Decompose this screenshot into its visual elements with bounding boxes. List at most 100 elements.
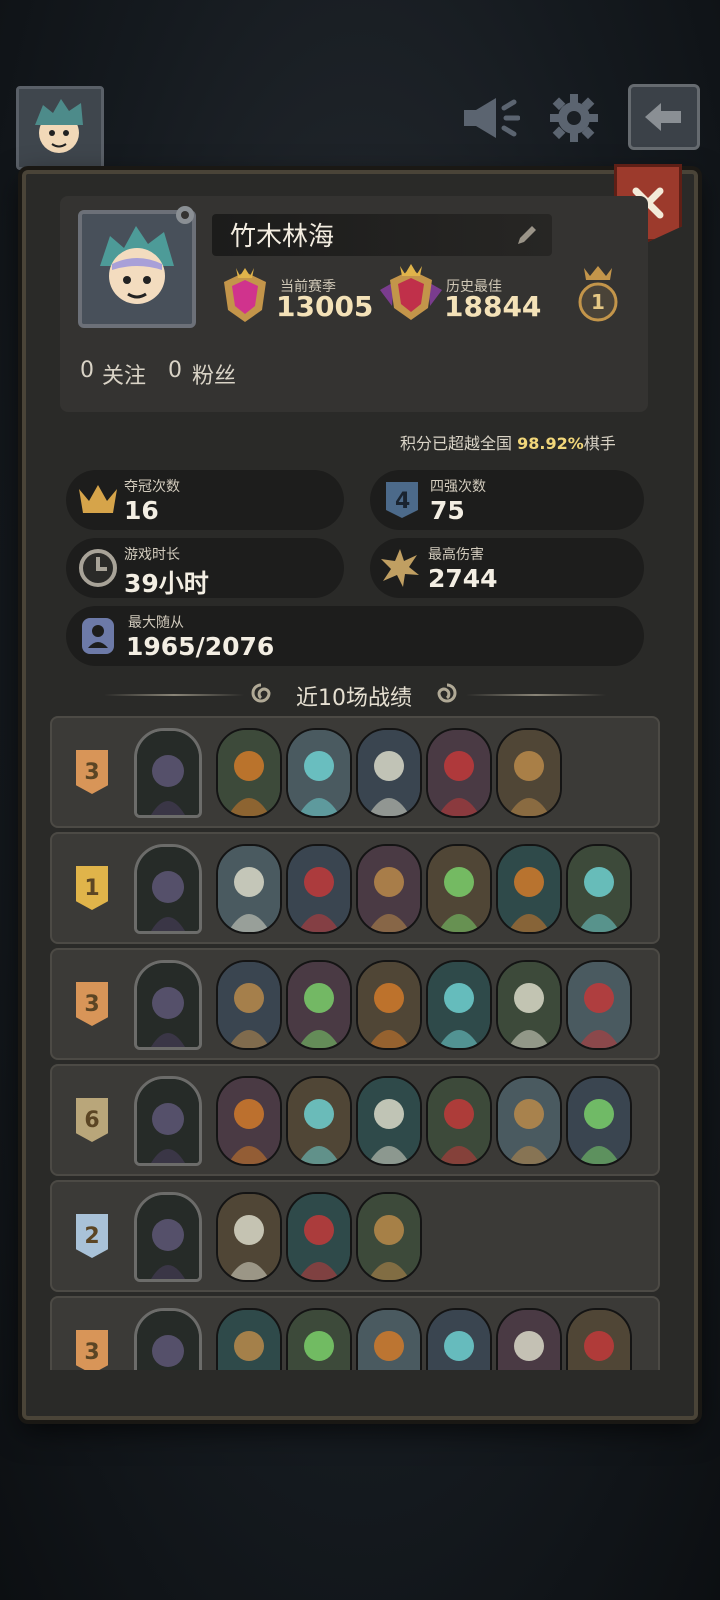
crown-rank-number: 1 [591,290,605,314]
stat-max-damage-value: 2744 [428,564,498,593]
minion-portrait[interactable] [356,1192,422,1282]
stat-max-minions-value: 1965/2076 [126,632,275,661]
match-row[interactable]: 3 [50,1296,660,1370]
stat-champion: 夺冠次数 16 [66,470,344,530]
minion-portrait[interactable] [426,1308,492,1370]
minion-portrait[interactable] [356,844,422,934]
percentile-suffix: 棋手 [583,434,616,453]
fans-label[interactable]: 粉丝 [192,358,236,390]
megaphone-icon [464,98,520,138]
top-avatar[interactable] [16,86,104,170]
hero-portrait[interactable] [134,1076,202,1166]
avatar-image [19,89,101,167]
settings-button[interactable] [544,88,604,148]
percentile-value: 98.92% [517,434,584,453]
minion-portrait[interactable] [426,960,492,1050]
match-row[interactable]: 6 [50,1064,660,1176]
place-badge: 3 [76,1330,108,1370]
stat-playtime-label: 游戏时长 [124,547,180,563]
percentile-prefix: 积分已超越全国 [400,434,513,453]
place-badge: 6 [76,1098,108,1142]
minion-portrait[interactable] [566,1076,632,1166]
minion-portrait[interactable] [286,1076,352,1166]
minion-portrait[interactable] [286,728,352,818]
minion-portrait[interactable] [426,728,492,818]
minion-portrait[interactable] [356,1076,422,1166]
minion-portrait[interactable] [286,960,352,1050]
sound-button[interactable] [460,88,520,148]
minion-portrait[interactable] [216,960,282,1050]
hero-portrait[interactable] [134,960,202,1050]
clock-icon [76,546,120,590]
stat-max-damage-label: 最高伤害 [428,547,484,563]
crown-icon [76,478,120,522]
minion-portrait[interactable] [566,1308,632,1370]
stat-top4-label: 四强次数 [430,479,486,495]
minion-portrait[interactable] [566,960,632,1050]
stat-max-damage: 最高伤害 2744 [370,538,644,598]
fans-count[interactable]: 0 [168,358,182,383]
minion-portrait[interactable] [496,1308,562,1370]
avatar-settings-icon[interactable] [172,202,198,232]
minion-portrait[interactable] [496,1076,562,1166]
follow-count[interactable]: 0 [80,358,94,383]
minion-portrait[interactable] [356,960,422,1050]
minion-portrait[interactable] [286,1308,352,1370]
minion-portrait[interactable] [496,960,562,1050]
follow-label[interactable]: 关注 [102,358,146,390]
stat-max-minions-label: 最大随从 [128,615,184,631]
divider-right [466,694,606,696]
stat-champion-value: 16 [124,496,159,525]
pencil-icon[interactable] [514,222,540,252]
best-score: 18844 [444,290,542,323]
minion-portrait[interactable] [286,1192,352,1282]
minion-portrait[interactable] [496,844,562,934]
crown-rank-badge[interactable]: 1 [576,266,620,324]
percentile-text: 积分已超越全国 98.92%棋手 [400,430,616,454]
stat-max-minions: 最大随从 1965/2076 [66,606,644,666]
gear-icon [550,94,598,142]
minion-portrait[interactable] [216,844,282,934]
top4-shield-icon: 4 [380,478,424,522]
place-badge: 2 [76,1214,108,1258]
minion-portrait[interactable] [496,728,562,818]
damage-burst-icon [378,546,422,590]
minion-portrait[interactable] [356,728,422,818]
stat-playtime: 游戏时长 39小时 [66,538,344,598]
match-row[interactable]: 2 [50,1180,660,1292]
minion-portrait[interactable] [216,1076,282,1166]
stat-top4-value: 75 [430,496,465,525]
hero-portrait[interactable] [134,844,202,934]
current-season-emblem-icon [216,264,274,330]
match-row[interactable]: 1 [50,832,660,944]
stat-champion-label: 夺冠次数 [124,479,180,495]
recent-matches-list[interactable]: 3 1 3 6 2 3 [26,700,686,1370]
match-row[interactable]: 3 [50,948,660,1060]
player-name: 竹木林海 [230,222,335,252]
place-badge: 3 [76,982,108,1026]
stat-playtime-value: 39小时 [124,569,209,598]
svg-text:4: 4 [395,489,410,514]
back-arrow-icon [645,103,681,131]
minion-portrait[interactable] [216,728,282,818]
back-button[interactable] [628,84,700,150]
minion-portrait[interactable] [356,1308,422,1370]
top-bar [0,0,720,170]
best-emblem-icon [378,262,444,330]
current-season-score: 13005 [276,290,374,323]
stat-top4: 4 四强次数 75 [370,470,644,530]
match-row[interactable]: 3 [50,716,660,828]
minion-portrait[interactable] [216,1192,282,1282]
place-badge: 3 [76,750,108,794]
minion-portrait[interactable] [286,844,352,934]
minion-portrait[interactable] [426,1076,492,1166]
hero-portrait[interactable] [134,1308,202,1370]
minion-person-icon [76,614,120,658]
minion-portrait[interactable] [216,1308,282,1370]
minion-portrait[interactable] [566,844,632,934]
divider-left [104,694,244,696]
minion-portrait[interactable] [426,844,492,934]
place-badge: 1 [76,866,108,910]
hero-portrait[interactable] [134,1192,202,1282]
hero-portrait[interactable] [134,728,202,818]
